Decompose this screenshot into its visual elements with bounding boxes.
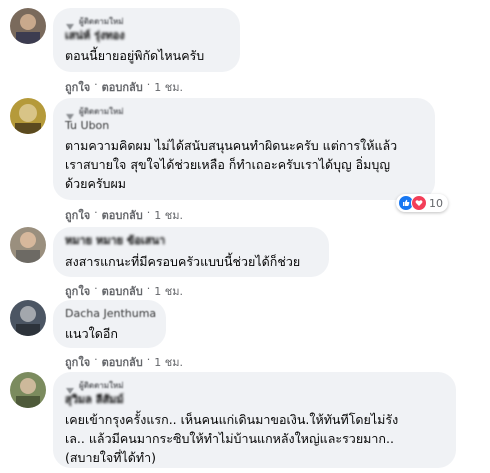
like-link[interactable]: ถูกใจ (65, 282, 90, 300)
reply-link[interactable]: ตอบกลับ (102, 282, 143, 300)
comment-bubble: ผู้ติดตามใหม่ สุวิมล ลีสัมม์ เคยเข้ากรุง… (53, 372, 456, 468)
separator: · (146, 78, 151, 91)
badge-row: ผู้ติดตามใหม่ (65, 105, 423, 120)
like-link[interactable]: ถูกใจ (65, 353, 90, 371)
comment-text: แนวใดอีก (65, 326, 118, 341)
avatar[interactable] (10, 8, 46, 44)
separator: · (94, 282, 98, 295)
author-name[interactable]: สุวิมล ลีสัมม์ (65, 393, 444, 407)
comment-actions: ถูกใจ · ตอบกลับ · 1 ชม. (65, 282, 183, 300)
reaction-summary[interactable]: 10 (396, 194, 448, 212)
timestamp[interactable]: 1 ชม. (154, 282, 183, 300)
badge-icon (65, 106, 75, 120)
separator: · (146, 206, 151, 219)
love-icon (411, 195, 427, 211)
comment-bubble: หมาย หมาย ข้อเสนา สงสารแกนะที่มีครอบครัว… (53, 227, 329, 277)
timestamp[interactable]: 1 ชม. (154, 206, 183, 224)
avatar[interactable] (10, 98, 46, 134)
comment-actions: ถูกใจ · ตอบกลับ · 1 ชม. (65, 353, 183, 371)
separator: · (94, 206, 98, 219)
badge-label: ผู้ติดตามใหม่ (79, 16, 124, 26)
separator: · (146, 353, 151, 366)
badge-icon (65, 380, 75, 394)
reply-link[interactable]: ตอบกลับ (102, 353, 143, 371)
comment-actions: ถูกใจ · ตอบกลับ · 1 ชม. (65, 78, 183, 96)
separator: · (146, 282, 151, 295)
comment-bubble: Dacha Jenthuma แนวใดอีก (53, 300, 166, 348)
timestamp[interactable]: 1 ชม. (154, 353, 183, 371)
badge-label: ผู้ติดตามใหม่ (79, 106, 124, 116)
comment-text: ตอนนี้ยายอยู่พิกัดไหนครับ (65, 48, 205, 63)
timestamp[interactable]: 1 ชม. (154, 78, 183, 96)
like-link[interactable]: ถูกใจ (65, 206, 90, 224)
badge-icon (65, 16, 75, 30)
reaction-count: 10 (429, 196, 443, 210)
comment-text: ตามความคิดผม ไม่ได้สนับสนุนคนทำผิดนะครับ… (65, 138, 398, 191)
comment-bubble: ผู้ติดตามใหม่ Tu Ubon ตามความคิดผม ไม่ได… (53, 98, 435, 200)
author-name[interactable]: เสน่ห์ รุ่งทอง (65, 29, 228, 43)
separator: · (94, 78, 98, 91)
avatar[interactable] (10, 227, 46, 263)
separator: · (94, 353, 98, 366)
badge-row: ผู้ติดตามใหม่ (65, 379, 444, 394)
author-name[interactable]: Dacha Jenthuma (65, 307, 156, 321)
avatar[interactable] (10, 372, 46, 408)
comment-text: สงสารแกนะที่มีครอบครัวแบบนี้ช่วยได้ก็ช่ว… (65, 254, 301, 269)
avatar[interactable] (10, 300, 46, 336)
badge-row: ผู้ติดตามใหม่ (65, 15, 228, 30)
comment-bubble: ผู้ติดตามใหม่ เสน่ห์ รุ่งทอง ตอนนี้ยายอย… (53, 8, 240, 72)
comment-thread: ผู้ติดตามใหม่ เสน่ห์ รุ่งทอง ตอนนี้ยายอย… (0, 0, 490, 473)
like-link[interactable]: ถูกใจ (65, 78, 90, 96)
author-name[interactable]: หมาย หมาย ข้อเสนา (65, 234, 317, 248)
author-name[interactable]: Tu Ubon (65, 119, 423, 133)
comment-actions: ถูกใจ · ตอบกลับ · 1 ชม. (65, 206, 183, 224)
reply-link[interactable]: ตอบกลับ (102, 78, 143, 96)
reply-link[interactable]: ตอบกลับ (102, 206, 143, 224)
badge-label: ผู้ติดตามใหม่ (79, 380, 124, 390)
comment-text: เคยเข้ากรุงครั้งแรก.. เห็นคนแก่เดินมาขอเ… (65, 412, 399, 465)
